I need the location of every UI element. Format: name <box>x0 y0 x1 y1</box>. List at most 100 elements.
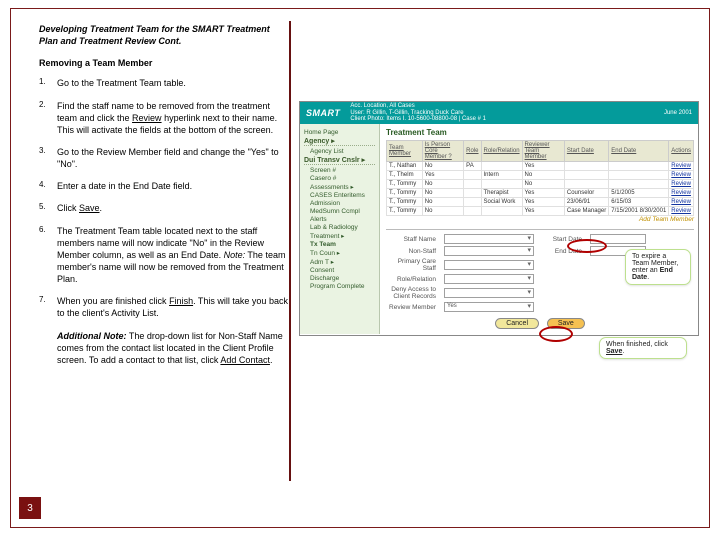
cell-action[interactable]: Review <box>669 171 694 180</box>
nav-agency-list[interactable]: Agency List <box>310 148 375 155</box>
nav-medsumn[interactable]: MedSumn Ccmpl <box>310 208 375 215</box>
sidebar-nav: Home Page Agency ▸ Agency List Dui Trans… <box>300 124 380 334</box>
app-window: SMART Acc. Location, All Cases User: R G… <box>299 101 699 336</box>
cell: 23/06/91 <box>564 198 608 207</box>
cancel-button[interactable]: Cancel <box>495 318 539 329</box>
cell <box>564 162 608 171</box>
step-underline: Review <box>132 113 162 123</box>
cell: No <box>422 162 463 171</box>
field-staff-name[interactable] <box>444 234 534 244</box>
label-deny-access: Deny Access to Client Records <box>386 286 438 300</box>
label-non-staff: Non-Staff <box>386 248 438 255</box>
cell <box>464 189 481 198</box>
nav-adm[interactable]: Adm T ▸ <box>310 258 375 266</box>
cell <box>481 207 522 216</box>
additional-note-text: . <box>270 355 273 365</box>
cell: No <box>422 189 463 198</box>
nav-treatment[interactable]: Treatment ▸ <box>310 232 375 240</box>
col-member[interactable]: Team Member <box>387 141 423 162</box>
callout-expire: To expire a Team Member, enter an End Da… <box>625 249 691 285</box>
additional-note: Additional Note: The drop-down list for … <box>39 330 289 366</box>
field-deny-access[interactable] <box>444 288 534 298</box>
callout-finish: When finished, click Save. <box>599 337 687 359</box>
callout-underline: Save <box>606 348 622 355</box>
nav-alerts[interactable]: Alerts <box>310 216 375 223</box>
cell: PA <box>464 162 481 171</box>
col-reviewer[interactable]: Reviewer Team Member <box>522 141 564 162</box>
page-title: Developing Treatment Team for the SMART … <box>39 23 289 47</box>
field-role-relation[interactable] <box>444 274 534 284</box>
col-role[interactable]: Role <box>464 141 481 162</box>
cell-action[interactable]: Review <box>669 207 694 216</box>
callout-text: . <box>622 348 624 355</box>
nav-tx-team[interactable]: Tx Team <box>310 241 375 248</box>
field-primary-care[interactable] <box>444 260 534 270</box>
cell <box>564 171 608 180</box>
cell <box>564 180 608 189</box>
nav-tncoun[interactable]: Tn Coun ▸ <box>310 249 375 257</box>
field-non-staff[interactable] <box>444 246 534 256</box>
col-actions[interactable]: Actions <box>669 141 694 162</box>
label-staff-name: Staff Name <box>386 236 438 243</box>
cell: Yes <box>422 171 463 180</box>
field-review-member[interactable]: Yes <box>444 302 534 312</box>
cell: T., Tommy <box>387 198 423 207</box>
step-text: Go to the Treatment Team table. <box>57 78 186 88</box>
col-end[interactable]: End Date <box>609 141 669 162</box>
nav-home[interactable]: Home Page <box>304 129 375 136</box>
cell <box>464 198 481 207</box>
nav-consent[interactable]: Consent <box>310 267 375 274</box>
table-row: T., ThelmYesInternNoReview <box>387 171 694 180</box>
nav-admission[interactable]: Admission <box>310 200 375 207</box>
vertical-divider <box>289 21 291 481</box>
instruction-column: Developing Treatment Team for the SMART … <box>39 23 289 366</box>
nav-casero[interactable]: Casero # <box>310 175 375 182</box>
cell-action[interactable]: Review <box>669 198 694 207</box>
cell <box>481 180 522 189</box>
step-4: Enter a date in the End Date field. <box>39 180 289 192</box>
col-relation[interactable]: Role/Relation <box>481 141 522 162</box>
additional-note-underline: Add Contact <box>220 355 270 365</box>
nav-dui[interactable]: Dui Transv Cnslr ▸ <box>304 156 375 165</box>
cell: Counselor <box>564 189 608 198</box>
table-row: T., TommyNoYesCase Manager7/15/2001 8/30… <box>387 207 694 216</box>
label-start-date: Start Date <box>540 236 584 243</box>
cell <box>609 180 669 189</box>
cell <box>464 171 481 180</box>
nav-discharge[interactable]: Discharge <box>310 275 375 282</box>
header-line: User: R Gillin, T-Gillin, Tracking Duck … <box>350 110 664 117</box>
nav-lab[interactable]: Lab & Radiology <box>310 224 375 231</box>
step-2: Find the staff name to be removed from t… <box>39 100 289 136</box>
cell: Yes <box>522 207 564 216</box>
step-underline: Save <box>79 203 100 213</box>
cell: T., Thelm <box>387 171 423 180</box>
nav-assessments[interactable]: Assessments ▸ <box>310 183 375 191</box>
nav-screen[interactable]: Screen # <box>310 167 375 174</box>
form-buttons: Cancel Save <box>386 318 694 329</box>
table-header-row: Team Member Is Person Core Member ? Role… <box>387 141 694 162</box>
nav-cases[interactable]: CASES Enteritems <box>310 192 375 199</box>
cell-action[interactable]: Review <box>669 180 694 189</box>
app-header-text: Acc. Location, All Cases User: R Gillin,… <box>350 103 664 123</box>
add-team-member-link[interactable]: Add Team Member <box>386 216 694 223</box>
cell: Yes <box>522 189 564 198</box>
field-start-date[interactable] <box>590 234 646 244</box>
nav-agency[interactable]: Agency ▸ <box>304 137 375 146</box>
step-text: . <box>100 203 103 213</box>
cell-action[interactable]: Review <box>669 162 694 171</box>
label-role-relation: Role/Relation <box>386 276 438 283</box>
step-note-label: Note: <box>224 250 246 260</box>
step-6: The Treatment Team table located next to… <box>39 225 289 286</box>
nav-progcomp[interactable]: Program Complete <box>310 283 375 290</box>
cell-action[interactable]: Review <box>669 189 694 198</box>
col-start[interactable]: Start Date <box>564 141 608 162</box>
cell: T., Tommy <box>387 180 423 189</box>
step-text: Click <box>57 203 79 213</box>
cell: 7/15/2001 8/30/2001 <box>609 207 669 216</box>
screenshot-panel: SMART Acc. Location, All Cases User: R G… <box>299 101 699 363</box>
header-line: Acc. Location, All Cases <box>350 103 664 110</box>
cell <box>481 162 522 171</box>
save-button[interactable]: Save <box>547 318 585 329</box>
cell: Yes <box>522 162 564 171</box>
col-core[interactable]: Is Person Core Member ? <box>422 141 463 162</box>
